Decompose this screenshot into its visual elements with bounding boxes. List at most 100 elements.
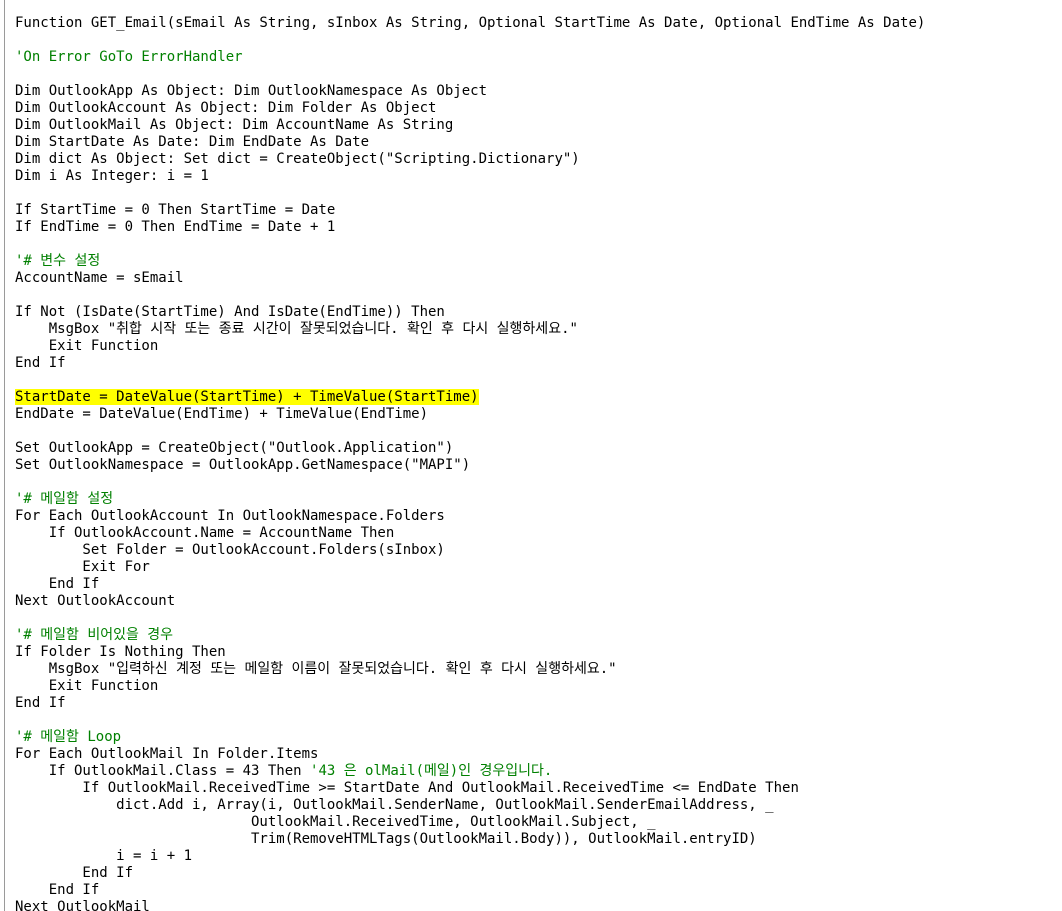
code-text: Dim dict As Object: Set dict = CreateObj… (15, 151, 580, 167)
code-line[interactable]: If StartTime = 0 Then StartTime = Date (15, 202, 925, 219)
code-line[interactable]: Dim i As Integer: i = 1 (15, 168, 925, 185)
code-text: Trim(RemoveHTMLTags(OutlookMail.Body)), … (15, 831, 757, 847)
code-text: Exit Function (15, 338, 159, 354)
code-text: For Each OutlookMail In Folder.Items (15, 746, 319, 762)
code-line[interactable]: MsgBox "입력하신 계정 또는 메일함 이름이 잘못되었습니다. 확인 후… (15, 661, 925, 678)
code-text: MsgBox "취합 시작 또는 종료 시간이 잘못되었습니다. 확인 후 다시… (15, 321, 578, 337)
code-line[interactable]: StartDate = DateValue(StartTime) + TimeV… (15, 389, 925, 406)
code-text: End If (15, 576, 100, 592)
code-comment: '43 은 olMail(메일)인 경우입니다. (310, 763, 553, 779)
code-line[interactable] (15, 32, 925, 49)
code-text: End If (15, 355, 66, 371)
code-line[interactable]: AccountName = sEmail (15, 270, 925, 287)
code-line[interactable]: '# 메일함 설정 (15, 491, 925, 508)
code-line[interactable]: End If (15, 695, 925, 712)
code-line[interactable]: Dim OutlookMail As Object: Dim AccountNa… (15, 117, 925, 134)
code-text: End If (15, 695, 66, 711)
code-text: OutlookMail.ReceivedTime, OutlookMail.Su… (15, 814, 656, 830)
code-text: EndDate = DateValue(EndTime) + TimeValue… (15, 406, 429, 422)
code-line[interactable]: '# 메일함 비어있을 경우 (15, 627, 925, 644)
code-text: If OutlookAccount.Name = AccountName The… (15, 525, 395, 541)
code-comment: 'On Error GoTo ErrorHandler (15, 49, 243, 65)
code-text: Set Folder = OutlookAccount.Folders(sInb… (15, 542, 445, 558)
code-text: End If (15, 882, 100, 898)
code-text: Next OutlookAccount (15, 593, 176, 609)
code-text: Dim OutlookApp As Object: Dim OutlookNam… (15, 83, 488, 99)
code-line[interactable]: Dim OutlookAccount As Object: Dim Folder… (15, 100, 925, 117)
code-text: If StartTime = 0 Then StartTime = Date (15, 202, 336, 218)
code-line[interactable]: If Folder Is Nothing Then (15, 644, 925, 661)
code-line[interactable]: If OutlookMail.Class = 43 Then '43 은 olM… (15, 763, 925, 780)
code-text: Next OutlookMail (15, 899, 150, 911)
code-text: End If (15, 865, 134, 881)
code-line[interactable]: Exit For (15, 559, 925, 576)
code-line[interactable] (15, 610, 925, 627)
code-text: Set OutlookNamespace = OutlookApp.GetNam… (15, 457, 471, 473)
code-line[interactable]: Trim(RemoveHTMLTags(OutlookMail.Body)), … (15, 831, 925, 848)
code-line[interactable]: For Each OutlookMail In Folder.Items (15, 746, 925, 763)
code-line[interactable]: If EndTime = 0 Then EndTime = Date + 1 (15, 219, 925, 236)
code-line[interactable] (15, 372, 925, 389)
code-text: Dim i As Integer: i = 1 (15, 168, 209, 184)
code-line[interactable] (15, 66, 925, 83)
code-line[interactable]: If OutlookAccount.Name = AccountName The… (15, 525, 925, 542)
code-text: MsgBox "입력하신 계정 또는 메일함 이름이 잘못되었습니다. 확인 후… (15, 661, 617, 677)
code-text: If Folder Is Nothing Then (15, 644, 226, 660)
code-text: Exit For (15, 559, 150, 575)
code-line[interactable]: Set OutlookApp = CreateObject("Outlook.A… (15, 440, 925, 457)
code-line[interactable]: EndDate = DateValue(EndTime) + TimeValue… (15, 406, 925, 423)
code-line[interactable]: Dim OutlookApp As Object: Dim OutlookNam… (15, 83, 925, 100)
code-text: Dim OutlookMail As Object: Dim AccountNa… (15, 117, 454, 133)
code-line[interactable]: Dim dict As Object: Set dict = CreateObj… (15, 151, 925, 168)
code-text: For Each OutlookAccount In OutlookNamesp… (15, 508, 445, 524)
code-pane[interactable]: Function GET_Email(sEmail As String, sIn… (15, 15, 925, 911)
code-comment: '# 메일함 Loop (15, 729, 122, 745)
code-line[interactable]: 'On Error GoTo ErrorHandler (15, 49, 925, 66)
code-text: StartDate = DateValue(StartTime) + TimeV… (15, 389, 479, 405)
code-line[interactable]: If OutlookMail.ReceivedTime >= StartDate… (15, 780, 925, 797)
code-line[interactable]: '# 변수 설정 (15, 253, 925, 270)
code-text: If OutlookMail.Class = 43 Then (15, 763, 311, 779)
code-line[interactable]: Dim StartDate As Date: Dim EndDate As Da… (15, 134, 925, 151)
code-line[interactable]: End If (15, 865, 925, 882)
code-text: Set OutlookApp = CreateObject("Outlook.A… (15, 440, 454, 456)
code-line[interactable]: '# 메일함 Loop (15, 729, 925, 746)
code-line[interactable] (15, 423, 925, 440)
code-line[interactable]: Set OutlookNamespace = OutlookApp.GetNam… (15, 457, 925, 474)
code-line[interactable]: Function GET_Email(sEmail As String, sIn… (15, 15, 925, 32)
code-comment: '# 메일함 설정 (15, 491, 114, 507)
code-editor[interactable]: Function GET_Email(sEmail As String, sIn… (0, 0, 1062, 911)
code-line[interactable] (15, 474, 925, 491)
code-line[interactable]: If Not (IsDate(StartTime) And IsDate(End… (15, 304, 925, 321)
code-line[interactable]: End If (15, 882, 925, 899)
margin-indicator-bar (4, 0, 5, 911)
code-line[interactable]: Exit Function (15, 338, 925, 355)
code-text: AccountName = sEmail (15, 270, 184, 286)
code-line[interactable]: OutlookMail.ReceivedTime, OutlookMail.Su… (15, 814, 925, 831)
code-text: dict.Add i, Array(i, OutlookMail.SenderN… (15, 797, 774, 813)
code-text: Function GET_Email(sEmail As String, sIn… (15, 15, 926, 31)
code-text: Dim OutlookAccount As Object: Dim Folder… (15, 100, 437, 116)
code-text: Dim StartDate As Date: Dim EndDate As Da… (15, 134, 370, 150)
code-line[interactable]: Exit Function (15, 678, 925, 695)
code-line[interactable]: For Each OutlookAccount In OutlookNamesp… (15, 508, 925, 525)
code-line[interactable]: End If (15, 355, 925, 372)
code-text: Exit Function (15, 678, 159, 694)
code-comment: '# 변수 설정 (15, 253, 101, 269)
code-line[interactable] (15, 236, 925, 253)
code-line[interactable] (15, 712, 925, 729)
code-line[interactable]: Next OutlookMail (15, 899, 925, 911)
code-line[interactable] (15, 185, 925, 202)
code-line[interactable] (15, 287, 925, 304)
code-line[interactable]: MsgBox "취합 시작 또는 종료 시간이 잘못되었습니다. 확인 후 다시… (15, 321, 925, 338)
code-text: If EndTime = 0 Then EndTime = Date + 1 (15, 219, 336, 235)
code-comment: '# 메일함 비어있을 경우 (15, 627, 174, 643)
code-text: i = i + 1 (15, 848, 193, 864)
code-line[interactable]: Next OutlookAccount (15, 593, 925, 610)
code-line[interactable]: Set Folder = OutlookAccount.Folders(sInb… (15, 542, 925, 559)
code-line[interactable]: i = i + 1 (15, 848, 925, 865)
code-line[interactable]: End If (15, 576, 925, 593)
code-line[interactable]: dict.Add i, Array(i, OutlookMail.SenderN… (15, 797, 925, 814)
code-text: If Not (IsDate(StartTime) And IsDate(End… (15, 304, 445, 320)
code-text: If OutlookMail.ReceivedTime >= StartDate… (15, 780, 799, 796)
